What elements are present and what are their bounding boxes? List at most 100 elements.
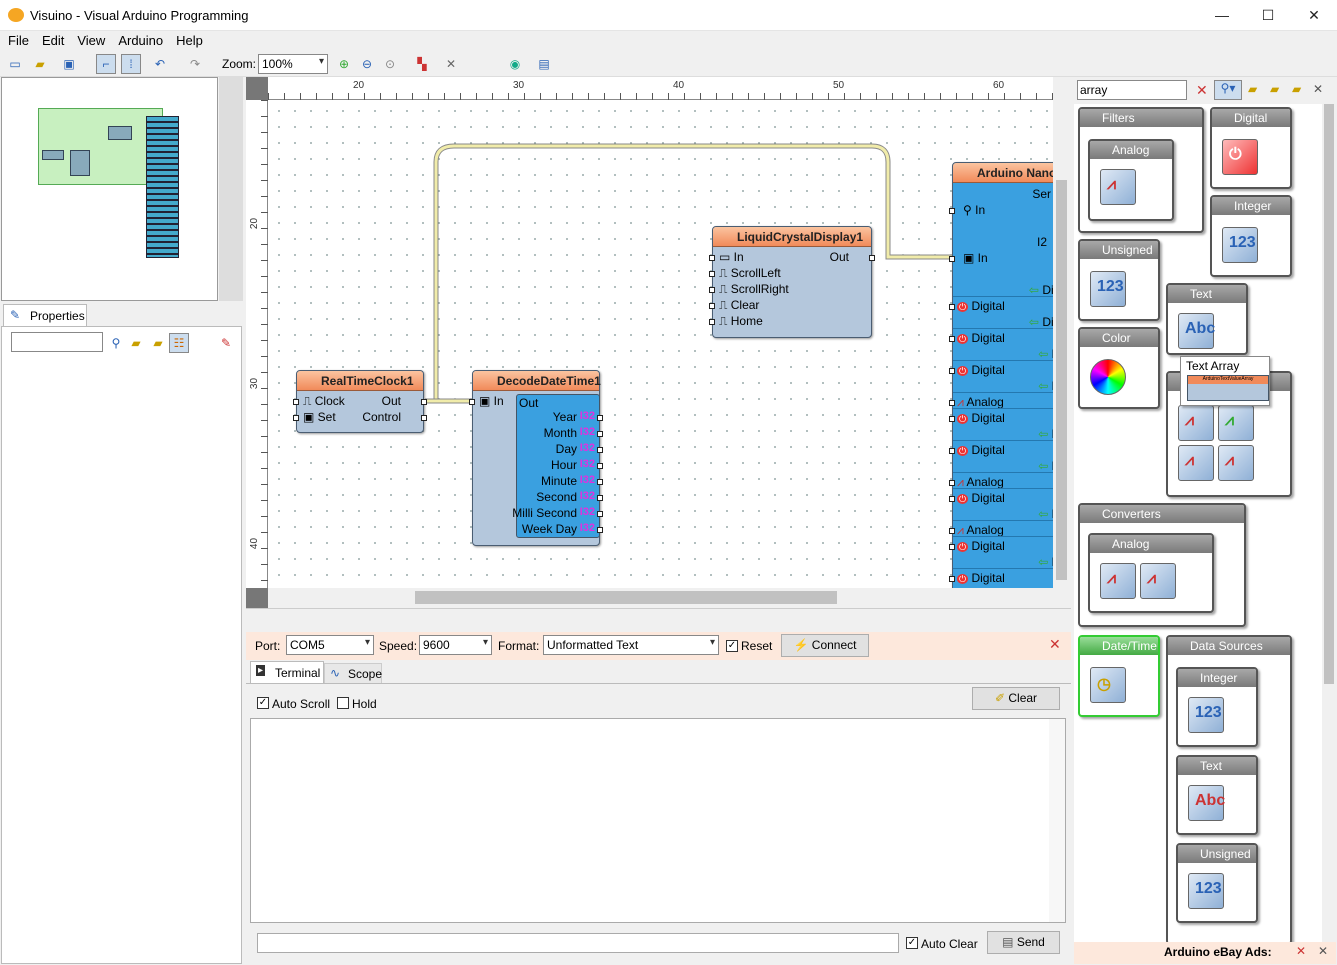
pin-connector[interactable]	[597, 463, 603, 469]
pin-connector[interactable]	[597, 527, 603, 533]
component-lcd[interactable]: LiquidCrystalDisplay1 ▭ In ⎍ ScrollLeft ⎍ …	[709, 226, 875, 338]
folder-icon[interactable]: ▰	[1270, 82, 1279, 96]
pin-decode-out[interactable]: Minute	[541, 474, 577, 488]
category-filters[interactable]: Filters Analog ⩘	[1078, 107, 1204, 233]
pin-control[interactable]: Control	[362, 410, 401, 424]
send-input[interactable]	[257, 933, 899, 953]
pin-connector[interactable]	[709, 319, 715, 325]
pin-out[interactable]: Out	[830, 250, 849, 264]
pin-decode-out[interactable]: Milli Second	[512, 506, 577, 520]
scroll-thumb[interactable]	[415, 591, 837, 604]
minimap[interactable]	[1, 77, 218, 301]
pin-nano-row[interactable]: ⏻ Digital	[957, 539, 1005, 553]
pin-nano-right[interactable]: ⇦ Di	[1038, 555, 1053, 569]
pin-clock[interactable]: ⎍ Clock	[303, 394, 345, 409]
save-icon[interactable]: ▣	[59, 54, 79, 74]
component-arduino-nano[interactable]: Arduino Nano Ser ⚲ In I2 ▣ In ⏻ Digital ⏻…	[949, 162, 1053, 588]
tools-icon[interactable]: ✕	[1313, 82, 1323, 96]
pin-connector[interactable]	[709, 255, 715, 261]
pin-nano-row[interactable]: ⏻ Digital	[957, 363, 1005, 377]
send-button[interactable]: ▤ Send	[987, 931, 1060, 954]
pin-icon[interactable]: ✎	[216, 333, 236, 353]
subcategory-integer[interactable]: Integer 123	[1176, 667, 1258, 747]
pin-nano-row[interactable]: ⏻ Digital	[957, 571, 1005, 585]
scroll-thumb[interactable]	[1324, 104, 1334, 684]
pin-connector[interactable]	[709, 287, 715, 293]
zoom-out-icon[interactable]: ⊖	[357, 54, 377, 74]
pin-lcd-in[interactable]: ⎍ Home	[719, 314, 763, 329]
category-color[interactable]: Color	[1078, 327, 1160, 409]
pin-decode-out[interactable]: Hour	[551, 458, 577, 472]
folder-icon[interactable]: ▰	[1292, 82, 1301, 96]
pin-connector[interactable]	[949, 400, 955, 406]
folder-icon[interactable]: ▰	[126, 333, 146, 353]
redo-icon[interactable]: ↷	[185, 54, 205, 74]
category-data-sources[interactable]: Data Sources Integer 123 Text Abc Unsign…	[1166, 635, 1292, 945]
pin-connector[interactable]	[949, 256, 955, 262]
pin-in-i2c[interactable]: ▣ In	[963, 251, 988, 265]
integer-component-icon[interactable]: 123	[1222, 227, 1258, 263]
text-component-icon[interactable]: Abc	[1178, 313, 1215, 349]
filter-component-icon[interactable]: ⩘	[1100, 169, 1136, 205]
zoom-fit-icon[interactable]: ⊙	[380, 54, 400, 74]
clock-component-icon[interactable]: ◷	[1090, 667, 1126, 703]
pin-connector[interactable]	[949, 496, 955, 502]
design-canvas[interactable]: RealTimeClock1 ⎍ Clock ▣ Set Out Control…	[268, 100, 1053, 588]
tools-icon[interactable]: ✕	[1296, 944, 1306, 958]
clear-button[interactable]: ✐ Clear	[972, 687, 1060, 710]
pin-decode-out[interactable]: Year	[553, 410, 577, 424]
color-component-icon[interactable]	[1090, 359, 1126, 395]
category-integer[interactable]: Integer 123	[1210, 195, 1292, 277]
pin-out[interactable]: Out	[382, 394, 401, 408]
properties-search-input[interactable]	[11, 332, 103, 352]
pin-decode-out[interactable]: Day	[556, 442, 577, 456]
menu-file[interactable]: File	[0, 31, 34, 48]
pin-in[interactable]: ▣ In	[479, 394, 504, 408]
tab-properties[interactable]: ✎ Properties	[3, 304, 87, 326]
pin-connector[interactable]	[421, 399, 427, 405]
pin-connector[interactable]	[949, 448, 955, 454]
pin-connector[interactable]	[949, 368, 955, 374]
category-datetime[interactable]: Date/Time ◷	[1078, 635, 1160, 717]
menu-help[interactable]: Help	[168, 31, 208, 48]
pin-nano-row[interactable]: ⏻ Digital	[957, 331, 1005, 345]
analog-component-icon[interactable]: ⩘	[1218, 445, 1254, 481]
clear-search-icon[interactable]: ✕	[1196, 82, 1208, 99]
auto-scroll-checkbox[interactable]: ✓	[257, 697, 269, 709]
format-select[interactable]: Unformatted Text ▾	[543, 635, 719, 655]
menu-edit[interactable]: Edit	[34, 31, 69, 48]
delete-icon[interactable]: ✕	[441, 54, 461, 74]
hold-checkbox[interactable]	[337, 697, 349, 709]
minimize-button[interactable]: —	[1199, 0, 1245, 31]
converter-component-icon[interactable]: ⩘	[1140, 563, 1176, 599]
component-realtimeclock[interactable]: RealTimeClock1 ⎍ Clock ▣ Set Out Control	[293, 370, 427, 433]
pin-nano-row[interactable]: ⏻ Digital	[957, 443, 1005, 457]
open-icon[interactable]: ▰	[30, 54, 50, 74]
folder-icon[interactable]: ▰	[148, 333, 168, 353]
menu-arduino[interactable]: Arduino	[110, 31, 168, 48]
pin-decode-out[interactable]: Second	[536, 490, 577, 504]
pin-decode-out[interactable]: Month	[544, 426, 577, 440]
integer-component-icon[interactable]: 123	[1188, 697, 1224, 733]
tab-scope[interactable]: ∿ Scope	[324, 663, 382, 683]
pin-connector[interactable]	[949, 304, 955, 310]
pin-nano-row[interactable]: ⏻ Digital	[957, 491, 1005, 505]
port-select[interactable]: COM5 ▾	[286, 635, 374, 655]
speed-select[interactable]: 9600 ▾	[419, 635, 492, 655]
category-text[interactable]: Text Abc	[1166, 283, 1248, 355]
palette-scroll[interactable]	[1322, 104, 1336, 944]
tools-icon[interactable]: ✕	[1049, 636, 1061, 653]
pin-lcd-in[interactable]: ⎍ Clear	[719, 298, 759, 313]
pin-connector[interactable]	[949, 528, 955, 534]
pin-connector[interactable]	[949, 480, 955, 486]
pin-nano-right[interactable]: ⇦ Di	[1038, 427, 1053, 441]
scroll-thumb[interactable]	[1056, 180, 1067, 580]
palette-search-input[interactable]	[1077, 80, 1187, 100]
pin-connector[interactable]	[949, 544, 955, 550]
minimap-scroll[interactable]	[219, 77, 243, 301]
pin-decode-out[interactable]: Week Day	[522, 522, 577, 536]
pin-connector[interactable]	[949, 208, 955, 214]
subcategory-analog[interactable]: Analog ⩘	[1088, 139, 1174, 221]
category-unsigned[interactable]: Unsigned 123	[1078, 239, 1160, 321]
zoom-select[interactable]: 100% ▾	[258, 54, 328, 74]
